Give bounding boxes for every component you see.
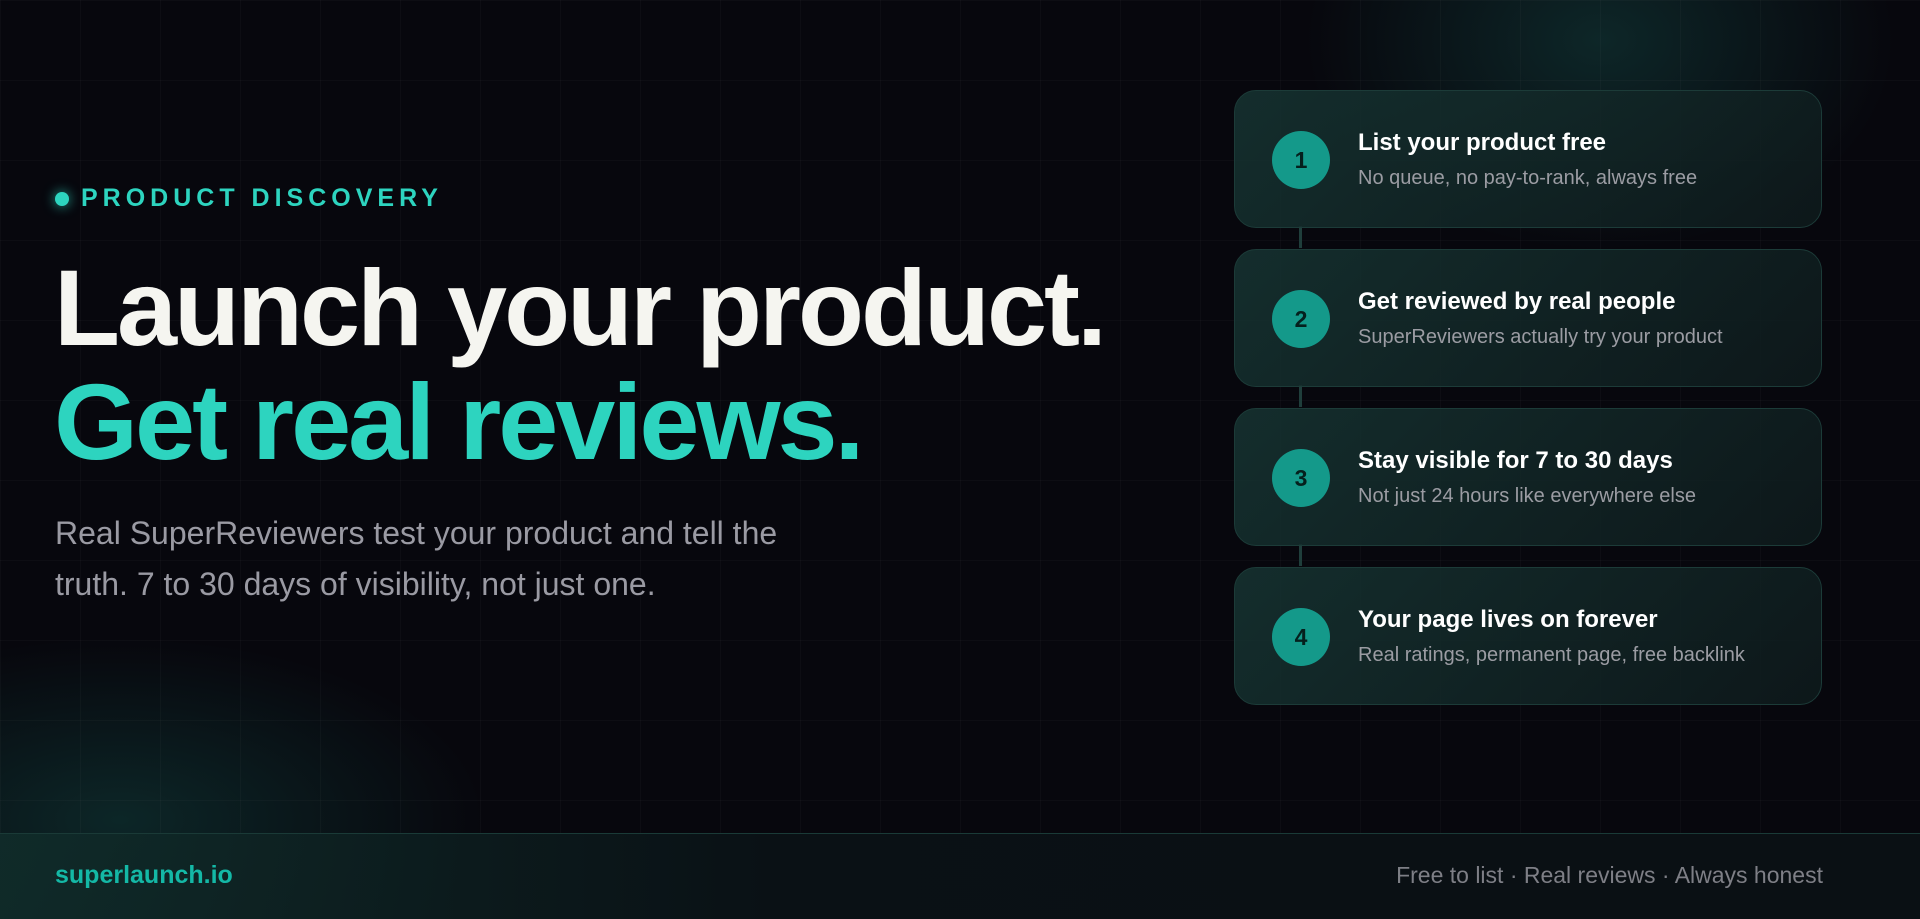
step-description: Not just 24 hours like everywhere else xyxy=(1358,485,1696,507)
dot-icon xyxy=(55,191,69,206)
footer-brand-link[interactable]: superlaunch.io xyxy=(55,861,233,890)
hero-page: PRODUCT DISCOVERY Launch your product. G… xyxy=(0,0,1920,919)
step-title: Stay visible for 7 to 30 days xyxy=(1358,447,1673,474)
step-description: SuperReviewers actually try your product xyxy=(1358,326,1723,348)
step-number-badge: 3 xyxy=(1272,449,1330,507)
step-connector xyxy=(1299,385,1302,407)
step-description: Real ratings, permanent page, free backl… xyxy=(1358,644,1745,666)
hero-subtext: Real SuperReviewers test your product an… xyxy=(55,515,778,602)
eyebrow-label: PRODUCT DISCOVERY xyxy=(81,184,443,212)
eyebrow: PRODUCT DISCOVERY xyxy=(55,184,443,213)
footer-tagline: Free to list · Real reviews · Always hon… xyxy=(1396,862,1823,888)
step-card: 4 Your page lives on forever Real rating… xyxy=(1234,567,1822,705)
step-title: Get reviewed by real people xyxy=(1358,288,1676,315)
step-number-badge: 4 xyxy=(1272,608,1330,666)
step-description: No queue, no pay-to-rank, always free xyxy=(1358,167,1698,189)
step-title: List your product free xyxy=(1358,129,1607,156)
headline-accent: Get real reviews. xyxy=(54,361,865,482)
footer-bar: superlaunch.io Free to list · Real revie… xyxy=(0,833,1920,919)
step-title: Your page lives on forever xyxy=(1358,606,1658,633)
step-card: 3 Stay visible for 7 to 30 days Not just… xyxy=(1234,408,1822,546)
step-connector xyxy=(1299,226,1302,248)
step-card: 1 List your product free No queue, no pa… xyxy=(1234,90,1822,228)
headline: Launch your product. xyxy=(54,247,1107,368)
step-number-badge: 2 xyxy=(1272,290,1330,348)
step-connector xyxy=(1299,544,1302,566)
step-number-badge: 1 xyxy=(1272,131,1330,189)
step-card: 2 Get reviewed by real people SuperRevie… xyxy=(1234,249,1822,387)
